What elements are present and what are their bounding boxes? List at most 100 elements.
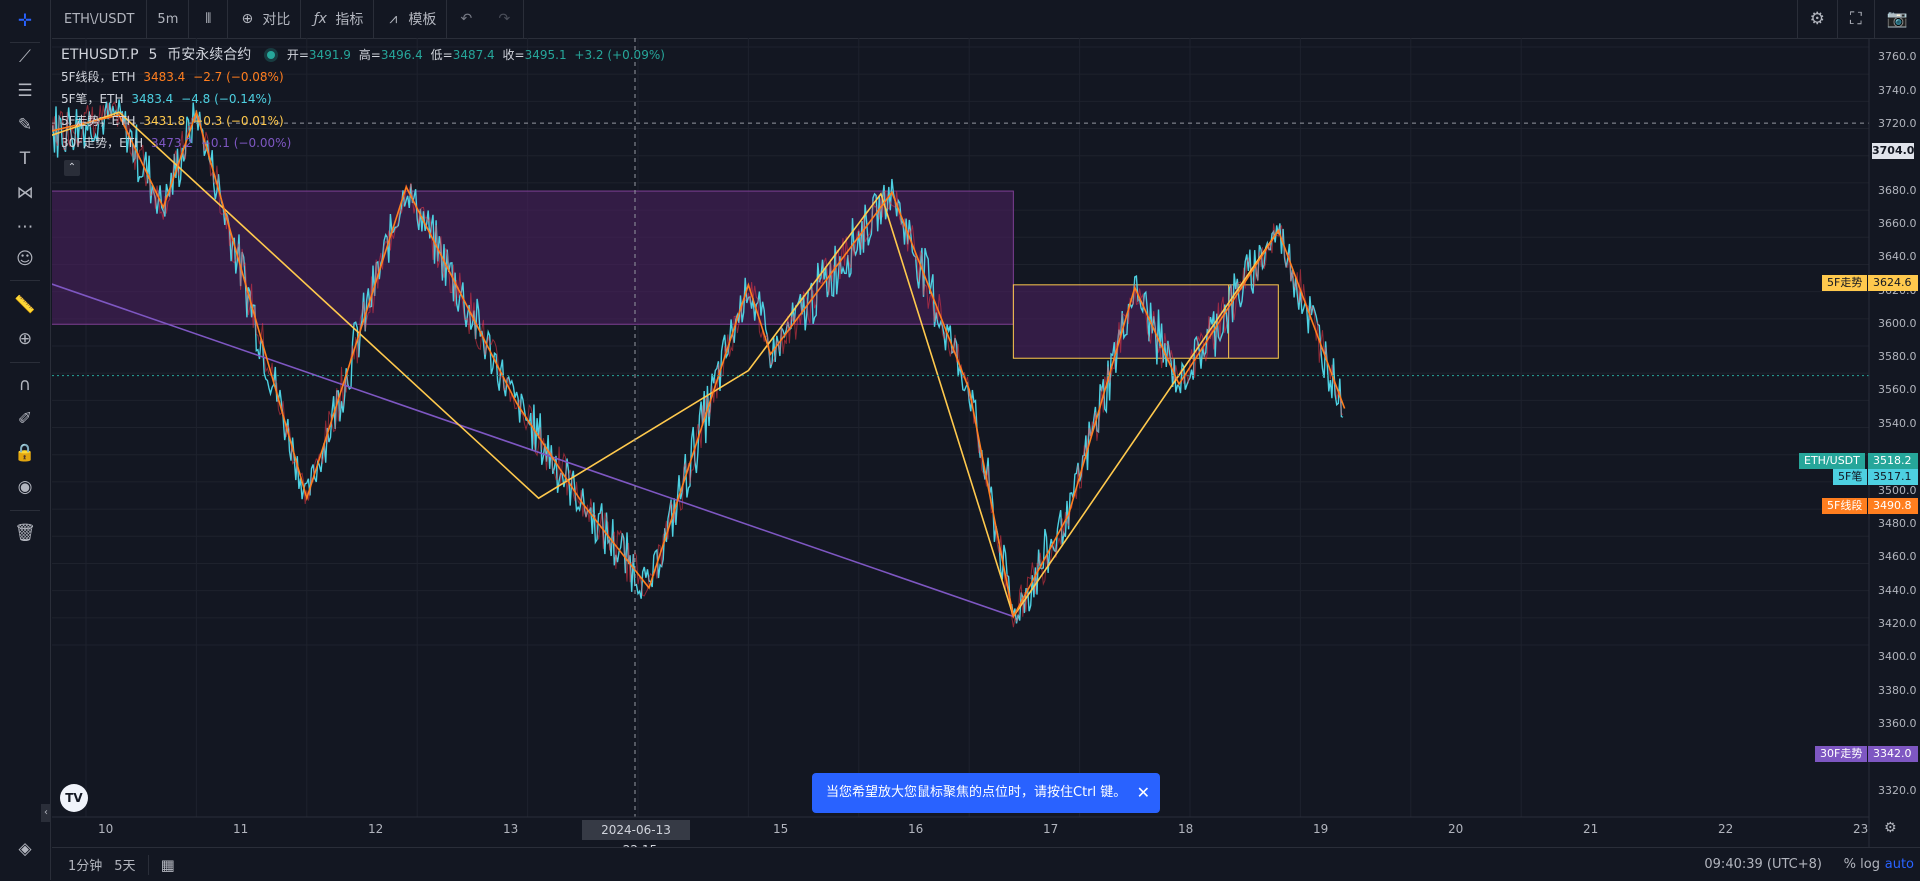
crosshair-icon[interactable]: ✛ [12, 8, 38, 34]
tradingview-logo[interactable]: TV [60, 784, 88, 812]
divider [10, 42, 40, 43]
price-tick: 3460.0 [1878, 550, 1917, 563]
legend-symbol[interactable]: ETHUSDT.P [61, 47, 139, 63]
chart-legend: ETHUSDT.P 5 币安永续合约 开=3491.9 高=3496.4 低=3… [61, 44, 665, 154]
price-tick: 3320.0 [1878, 784, 1917, 797]
auto-toggle[interactable]: auto [1885, 857, 1914, 872]
pen-icon[interactable]: ✎ [12, 112, 38, 138]
divider [10, 510, 40, 511]
emoji-icon[interactable]: ☺ [12, 246, 38, 272]
price-tick: 3600.0 [1878, 317, 1917, 330]
divider [10, 280, 40, 281]
template-icon: ⩘ [389, 11, 398, 27]
price-tick: 3400.0 [1878, 650, 1917, 663]
legend-close-label: 收= [502, 48, 525, 62]
indicator-row[interactable]: 5F笔，ETH 3483.4 −4.8 (−0.14%) [61, 88, 665, 110]
range-1min-button[interactable]: 1分钟 [68, 855, 102, 874]
templates-label: 模板 [408, 12, 437, 28]
series-tag-name: 30F走势 [1815, 746, 1868, 762]
interval-label: 5m [157, 11, 179, 27]
compare-label: 对比 [262, 12, 291, 28]
indicator-change: −4.8 (−0.14%) [181, 92, 272, 106]
series-tag-value: 3517.1 [1868, 469, 1918, 485]
legend-collapse-button[interactable]: ⌃ [64, 160, 80, 176]
settings-button[interactable]: ⚙ [1796, 0, 1837, 38]
ruler-icon[interactable]: 📏 [12, 292, 38, 318]
layers-icon[interactable]: ◈ [12, 836, 38, 862]
indicator-value: 3483.4 [131, 92, 174, 106]
indicator-change: −0.3 (−0.01%) [193, 114, 284, 128]
price-tick: 3680.0 [1878, 184, 1917, 197]
eye-icon[interactable]: ◉ [12, 474, 38, 500]
time-tick: 10 [98, 822, 114, 836]
legend-open: 3491.9 [308, 48, 351, 62]
zoom-in-icon[interactable]: ⊕ [12, 326, 38, 352]
compare-button[interactable]: ⊕ 对比 [228, 0, 302, 38]
time-tick: 20 [1448, 822, 1464, 836]
price-tick: 3420.0 [1878, 617, 1917, 630]
chart-grid [52, 38, 1869, 817]
series-tag-value: 3518.2 [1868, 453, 1918, 469]
legend-high-label: 高= [358, 48, 381, 62]
redo-icon: ↷ [498, 11, 511, 27]
indicator-value: 3431.8 [143, 114, 186, 128]
screenshot-button[interactable]: 📷 [1873, 0, 1920, 38]
collapse-panel-button[interactable]: ‹ [41, 804, 51, 822]
text-icon[interactable]: T [12, 146, 38, 172]
indicators-button[interactable]: ƒx 指标 [301, 0, 375, 38]
trend-line-icon[interactable]: ⟋ [12, 44, 38, 70]
clock[interactable]: 09:40:39 (UTC+8) [1704, 857, 1822, 872]
magnet-icon[interactable]: ∩ [12, 372, 38, 398]
templates-button[interactable]: ⩘ 模板 [374, 0, 448, 38]
series-tag-value: 3490.8 [1868, 498, 1918, 514]
pattern-icon[interactable]: ⋈ [12, 180, 38, 206]
date-range-icon[interactable]: ▦ [161, 856, 175, 874]
price-tick: 3720.0 [1878, 117, 1917, 130]
lock-drawing-icon[interactable]: ✐ [12, 406, 38, 432]
indicator-row[interactable]: 5F走势，ETH 3431.8 −0.3 (−0.01%) [61, 110, 665, 132]
redo-button[interactable]: ↷ [485, 0, 525, 38]
legend-open-label: 开= [286, 48, 309, 62]
horizontal-lines-icon[interactable]: ☰ [12, 78, 38, 104]
indicator-value: 3473.2 [150, 136, 193, 150]
gear-icon: ⚙ [1809, 9, 1825, 29]
lock-icon[interactable]: 🔒 [12, 440, 38, 466]
indicator-row[interactable]: 30F走势，ETH 3473.2 −0.1 (−0.00%) [61, 132, 665, 154]
range-5d-button[interactable]: 5天 [114, 855, 135, 874]
close-icon[interactable]: ✕ [1137, 773, 1150, 813]
indicator-name: 5F走势，ETH [61, 114, 136, 128]
legend-low-label: 低= [430, 48, 453, 62]
time-tick: 18 [1178, 822, 1194, 836]
crosshair-date-tag: 2024-06-13 22:15 [582, 820, 690, 857]
toast-text: 当您希望放大您鼠标聚焦的点位时，请按住Ctrl 键。 [826, 785, 1127, 800]
fullscreen-icon: ⛶ [1849, 9, 1862, 29]
series-tag-value: 3624.6 [1868, 275, 1918, 291]
time-tick: 23 [1853, 822, 1869, 836]
prediction-icon[interactable]: ⋯ [12, 214, 38, 240]
symbol-label: ETH\/USDT [64, 11, 135, 27]
time-tick: 17 [1043, 822, 1059, 836]
trash-icon[interactable]: 🗑 [12, 520, 38, 546]
series-tag-name: 5F线段 [1822, 498, 1868, 514]
price-series [52, 99, 1344, 624]
price-chart[interactable] [52, 38, 1920, 847]
undo-button[interactable]: ↶ [447, 0, 485, 38]
indicator-row[interactable]: 5F线段，ETH 3483.4 −2.7 (−0.08%) [61, 66, 665, 88]
log-toggle[interactable]: log [1860, 857, 1880, 872]
price-tick: 3660.0 [1878, 217, 1917, 230]
percent-toggle[interactable]: % [1844, 857, 1856, 872]
fullscreen-button[interactable]: ⛶ [1836, 0, 1874, 38]
price-tick: 3540.0 [1878, 417, 1917, 430]
legend-symbol-row: ETHUSDT.P 5 币安永续合约 开=3491.9 高=3496.4 低=3… [61, 44, 665, 66]
symbol-search-button[interactable]: ETH\/USDT [52, 0, 148, 38]
legend-interval: 5 [148, 47, 158, 63]
price-tick: 3580.0 [1878, 350, 1917, 363]
price-tick: 3440.0 [1878, 584, 1917, 597]
legend-high: 3496.4 [380, 48, 423, 62]
indicator-value: 3483.4 [143, 70, 186, 84]
interval-button[interactable]: 5m [147, 0, 190, 38]
indicator-change: −2.7 (−0.08%) [193, 70, 284, 84]
axis-settings-icon[interactable]: ⚙ [1884, 820, 1897, 836]
top-toolbar: ETH\/USDT 5m ⫴ ⊕ 对比 ƒx 指标 ⩘ 模板 ↶ ↷ ⚙ ⛶ 📷 [52, 0, 1920, 39]
chart-type-button[interactable]: ⫴ [189, 0, 229, 38]
